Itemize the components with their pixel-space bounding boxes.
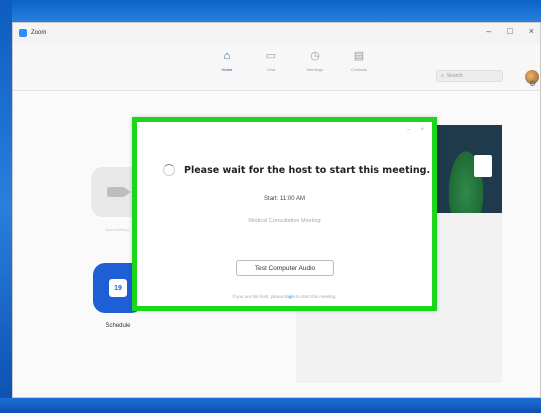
nav-home-label: Home: [221, 67, 233, 72]
loading-spinner-icon: [163, 164, 175, 176]
taskbar: [0, 398, 541, 413]
close-button[interactable]: ×: [529, 26, 534, 36]
host-note-prefix: If you are the host, please: [232, 294, 286, 299]
nav-chat[interactable]: ▭ Chat: [253, 49, 289, 72]
dialog-controls: – ×: [407, 127, 424, 133]
meeting-start-time: Start: 11:00 AM: [264, 196, 305, 202]
window-title: Zoom: [31, 30, 47, 36]
nav-chat-label: Chat: [266, 67, 276, 72]
top-nav: ⌂ Home ▭ Chat ◷ Meetings ▤ Contacts: [209, 49, 377, 72]
search-placeholder: Search: [446, 73, 463, 79]
host-note-suffix: to start this meeting.: [294, 294, 337, 299]
dialog-title: Please wait for the host to start this m…: [184, 164, 431, 176]
mug-graphic: [474, 155, 492, 177]
search-icon: ⌕: [441, 73, 444, 79]
maximize-button[interactable]: □: [507, 26, 512, 36]
nav-meetings[interactable]: ◷ Meetings: [297, 49, 333, 72]
main-toolbar: ⌂ Home ▭ Chat ◷ Meetings ▤ Contacts ⌕ Se…: [13, 43, 540, 91]
gear-icon[interactable]: ⚙: [529, 79, 536, 88]
contacts-icon: ▤: [353, 50, 365, 62]
home-icon: ⌂: [223, 50, 231, 62]
minimize-button[interactable]: –: [486, 26, 491, 36]
chat-icon: ▭: [265, 50, 277, 62]
search-input[interactable]: ⌕ Search: [436, 70, 503, 82]
desktop-top-bar: [0, 0, 541, 22]
meeting-topic: Medical Consultation Meeting: [248, 218, 321, 224]
dialog-close-button[interactable]: ×: [420, 127, 424, 133]
host-login-note: If you are the host, please login to sta…: [137, 294, 432, 299]
desktop-left-edge: [0, 0, 12, 413]
calendar-icon: 19: [109, 279, 127, 297]
schedule-label: Schedule: [105, 323, 131, 329]
dialog-minimize-button[interactable]: –: [407, 127, 410, 133]
waiting-for-host-dialog: – × Please wait for the host to start th…: [132, 117, 437, 311]
nav-meetings-label: Meetings: [306, 67, 324, 72]
title-bar: Zoom – □ ×: [13, 23, 540, 43]
nav-contacts[interactable]: ▤ Contacts: [341, 49, 377, 72]
nav-contacts-label: Contacts: [351, 67, 367, 72]
login-link[interactable]: login: [285, 294, 295, 299]
video-camera-icon: [107, 187, 131, 197]
test-computer-audio-button[interactable]: Test Computer Audio: [236, 260, 334, 276]
dialog-heading: Please wait for the host to start this m…: [163, 164, 430, 176]
window-controls: – □ ×: [486, 26, 534, 36]
zoom-logo-icon: [19, 29, 27, 37]
clock-icon: ◷: [310, 50, 320, 62]
nav-home[interactable]: ⌂ Home: [209, 49, 245, 72]
